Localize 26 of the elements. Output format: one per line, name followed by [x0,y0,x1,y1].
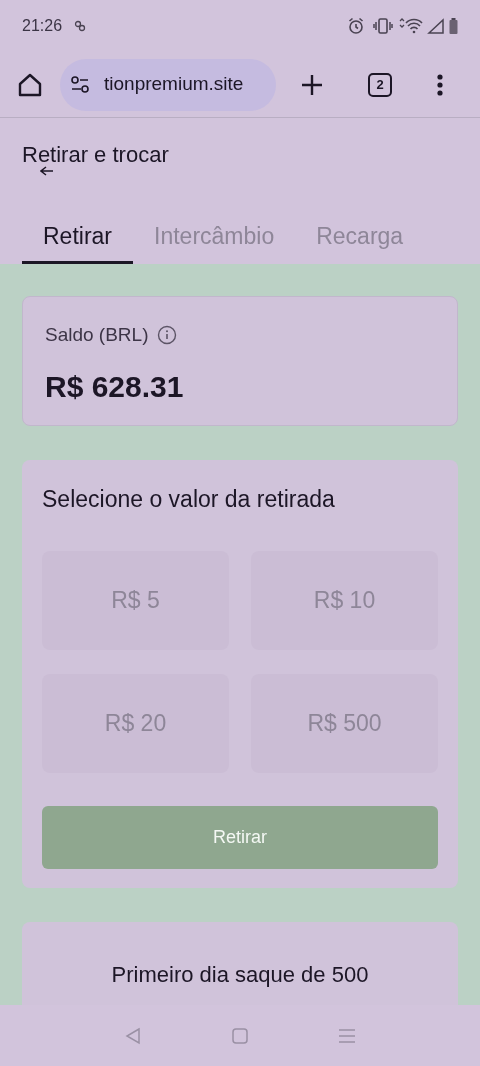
status-time: 21:26 [22,16,63,36]
url-text: tionpremium.site [104,72,244,97]
amount-option[interactable]: R$ 10 [251,550,438,650]
alarm-icon [347,17,365,35]
balance-label: Saldo (BRL) [45,323,149,347]
tab[interactable]: Intercâmbio [133,192,296,264]
menu-icon[interactable] [436,72,444,97]
battery-icon [449,18,458,34]
amount-option[interactable]: R$ 500 [251,673,438,773]
section-title: Selecione o valor da retirada [42,485,336,514]
new-tab-icon[interactable] [300,72,324,97]
tab[interactable]: Recarga [295,192,425,264]
site-settings-icon[interactable] [70,75,90,94]
amount-option[interactable]: R$ 5 [42,550,229,650]
address-bar[interactable]: tionpremium.site [60,58,276,111]
notification-icon [74,20,87,32]
tab-count-button[interactable]: 2 [368,72,392,97]
signal-icon [427,18,445,34]
wifi-icon [397,18,423,34]
page-title: Retirar e trocar [22,145,169,165]
back-arrow-icon[interactable] [40,166,54,176]
promo-title: Primeiro dia saque de 500 [111,961,369,989]
vibrate-icon [373,18,393,34]
info-icon[interactable] [156,325,177,346]
amount-option[interactable]: R$ 20 [42,673,229,773]
balance-amount: R$ 628.31 [45,368,185,405]
